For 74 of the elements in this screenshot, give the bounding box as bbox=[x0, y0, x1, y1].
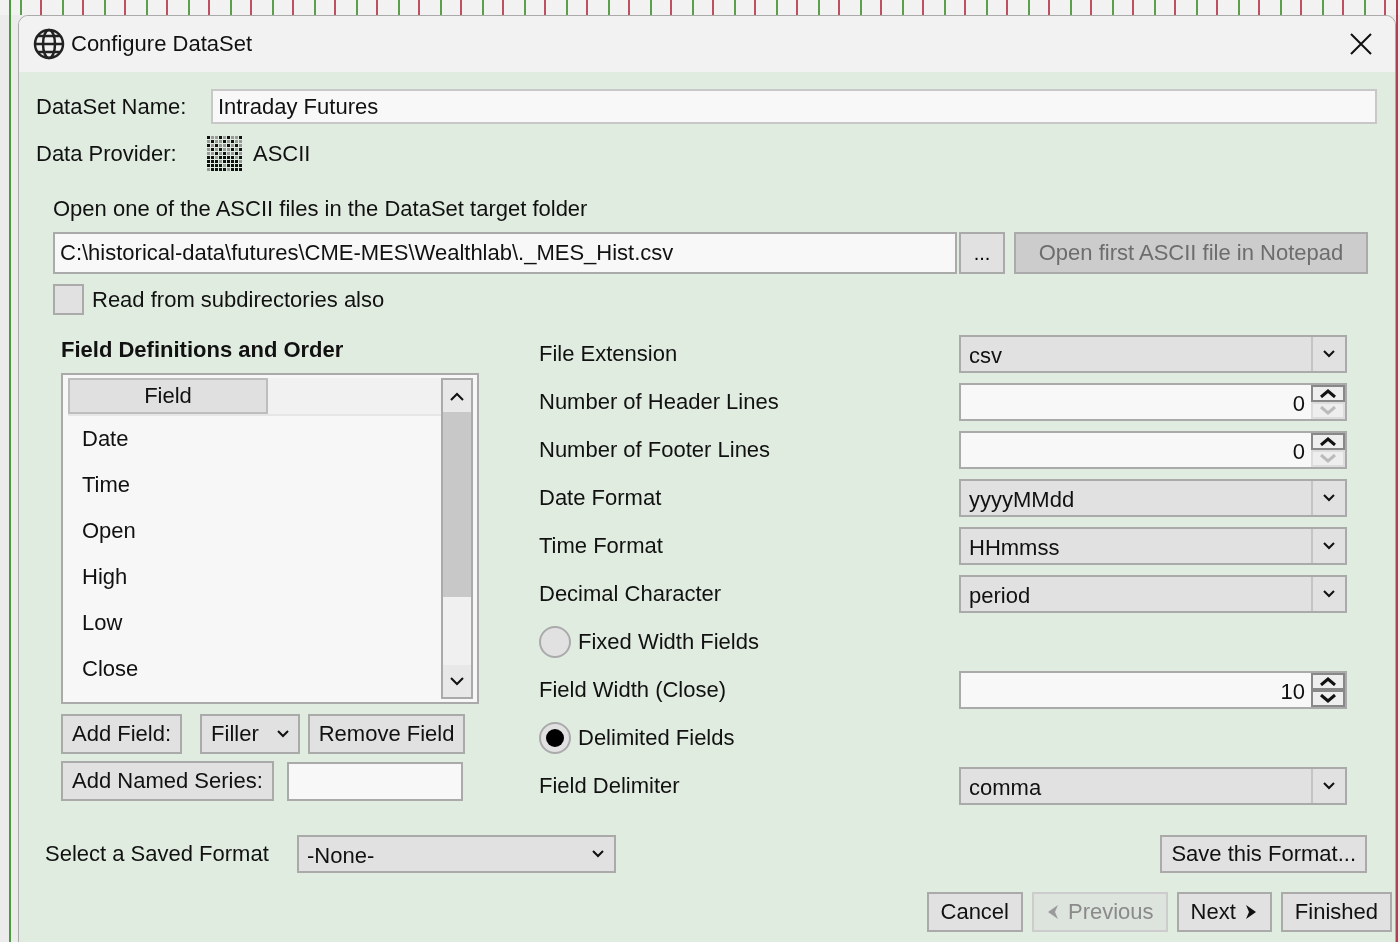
dropdown[interactable]: comma bbox=[959, 767, 1347, 805]
browse-button[interactable]: ... bbox=[959, 232, 1005, 274]
chevron-up-icon bbox=[1319, 677, 1337, 686]
checkbox[interactable] bbox=[53, 284, 84, 315]
globe-icon bbox=[33, 28, 65, 60]
add-field-button[interactable]: Add Field: bbox=[61, 714, 183, 754]
window-title: Configure DataSet bbox=[71, 31, 253, 57]
field-label: Data Provider: bbox=[36, 141, 178, 167]
remove-field-button[interactable]: Remove Field bbox=[307, 714, 466, 754]
chevron-down-icon bbox=[592, 850, 604, 858]
dropdown[interactable]: period bbox=[959, 575, 1347, 613]
radio-button[interactable] bbox=[539, 626, 571, 658]
setting-label: Field Delimiter bbox=[539, 773, 681, 799]
field-type-dropdown[interactable]: Filler bbox=[200, 714, 300, 754]
list-item[interactable]: Close bbox=[68, 646, 441, 692]
chevron-down-icon bbox=[276, 730, 289, 738]
chevron-down-icon bbox=[1323, 590, 1335, 598]
chevron-down-icon bbox=[1319, 454, 1337, 463]
dialog-button[interactable]: Next bbox=[1176, 892, 1272, 932]
chevron-down-icon bbox=[1319, 694, 1337, 703]
setting-label: Time Format bbox=[539, 533, 664, 559]
radio-label: Fixed Width Fields bbox=[578, 629, 759, 655]
provider-name: ASCII bbox=[253, 141, 311, 167]
list-item[interactable]: Date bbox=[68, 416, 441, 462]
chevron-down-icon bbox=[1323, 350, 1335, 358]
save-format-button[interactable]: Save this Format... bbox=[1160, 835, 1367, 873]
close-icon bbox=[1350, 33, 1372, 55]
scrollbar[interactable] bbox=[441, 378, 473, 699]
name-input[interactable]: Intraday Futures bbox=[211, 89, 1377, 124]
chevron-down-icon bbox=[1319, 406, 1337, 415]
dialog-button[interactable]: Finished bbox=[1280, 892, 1392, 932]
spin-up-button[interactable] bbox=[1311, 385, 1345, 402]
section-label: Open one of the ASCII files in the DataSet target folder bbox=[53, 196, 589, 222]
list-item[interactable]: Open bbox=[68, 508, 441, 554]
dropdown[interactable]: csv bbox=[959, 335, 1347, 373]
field-label: DataSet Name: bbox=[36, 93, 188, 120]
path-input[interactable]: C:\historical-data\futures\CME-MES\Wealthlab\._MES_Hist.csv bbox=[53, 232, 957, 274]
chevron-left-icon bbox=[1046, 904, 1060, 920]
chevron-right-icon bbox=[1243, 904, 1258, 920]
setting-label: Number of Footer Lines bbox=[539, 437, 772, 463]
number-spinner[interactable]: 0 bbox=[959, 431, 1347, 469]
provider-icon bbox=[207, 136, 243, 172]
number-spinner[interactable]: 0 bbox=[959, 383, 1347, 421]
add-series-button[interactable]: Add Named Series: bbox=[61, 761, 274, 801]
chevron-down-icon bbox=[1323, 542, 1335, 550]
radio-button[interactable] bbox=[539, 722, 571, 754]
checkbox-label: Read from subdirectories also bbox=[92, 286, 385, 313]
number-spinner[interactable]: 10 bbox=[959, 671, 1347, 709]
chevron-down-icon bbox=[450, 676, 464, 686]
chevron-up-icon bbox=[450, 391, 464, 401]
chevron-down-icon bbox=[1323, 494, 1335, 502]
column-header[interactable]: Field bbox=[68, 378, 268, 414]
setting-label: Field Width (Close) bbox=[539, 677, 728, 703]
dialog-button[interactable]: Cancel bbox=[926, 892, 1023, 932]
chevron-up-icon bbox=[1319, 389, 1337, 398]
radio-label: Delimited Fields bbox=[578, 725, 735, 751]
setting-label: Number of Header Lines bbox=[539, 389, 780, 415]
spin-up-button[interactable] bbox=[1311, 673, 1345, 690]
setting-label: Decimal Character bbox=[539, 581, 723, 607]
chevron-up-icon bbox=[1319, 437, 1337, 446]
list-item[interactable]: Time bbox=[68, 462, 441, 508]
dropdown[interactable]: HHmmss bbox=[959, 527, 1347, 565]
dropdown[interactable]: yyyyMMdd bbox=[959, 479, 1347, 517]
spin-up-button[interactable] bbox=[1311, 433, 1345, 450]
field-label: Select a Saved Format bbox=[45, 841, 270, 867]
list-item[interactable]: High bbox=[68, 554, 441, 600]
spin-down-button[interactable] bbox=[1311, 690, 1345, 707]
chevron-down-icon bbox=[1323, 782, 1335, 790]
list-item[interactable]: Low bbox=[68, 600, 441, 646]
series-input[interactable] bbox=[286, 761, 463, 801]
setting-label: File Extension bbox=[539, 341, 679, 367]
setting-label: Date Format bbox=[539, 485, 663, 511]
format-dropdown[interactable]: -None- bbox=[297, 835, 616, 873]
section-title: Field Definitions and Order bbox=[61, 336, 345, 364]
